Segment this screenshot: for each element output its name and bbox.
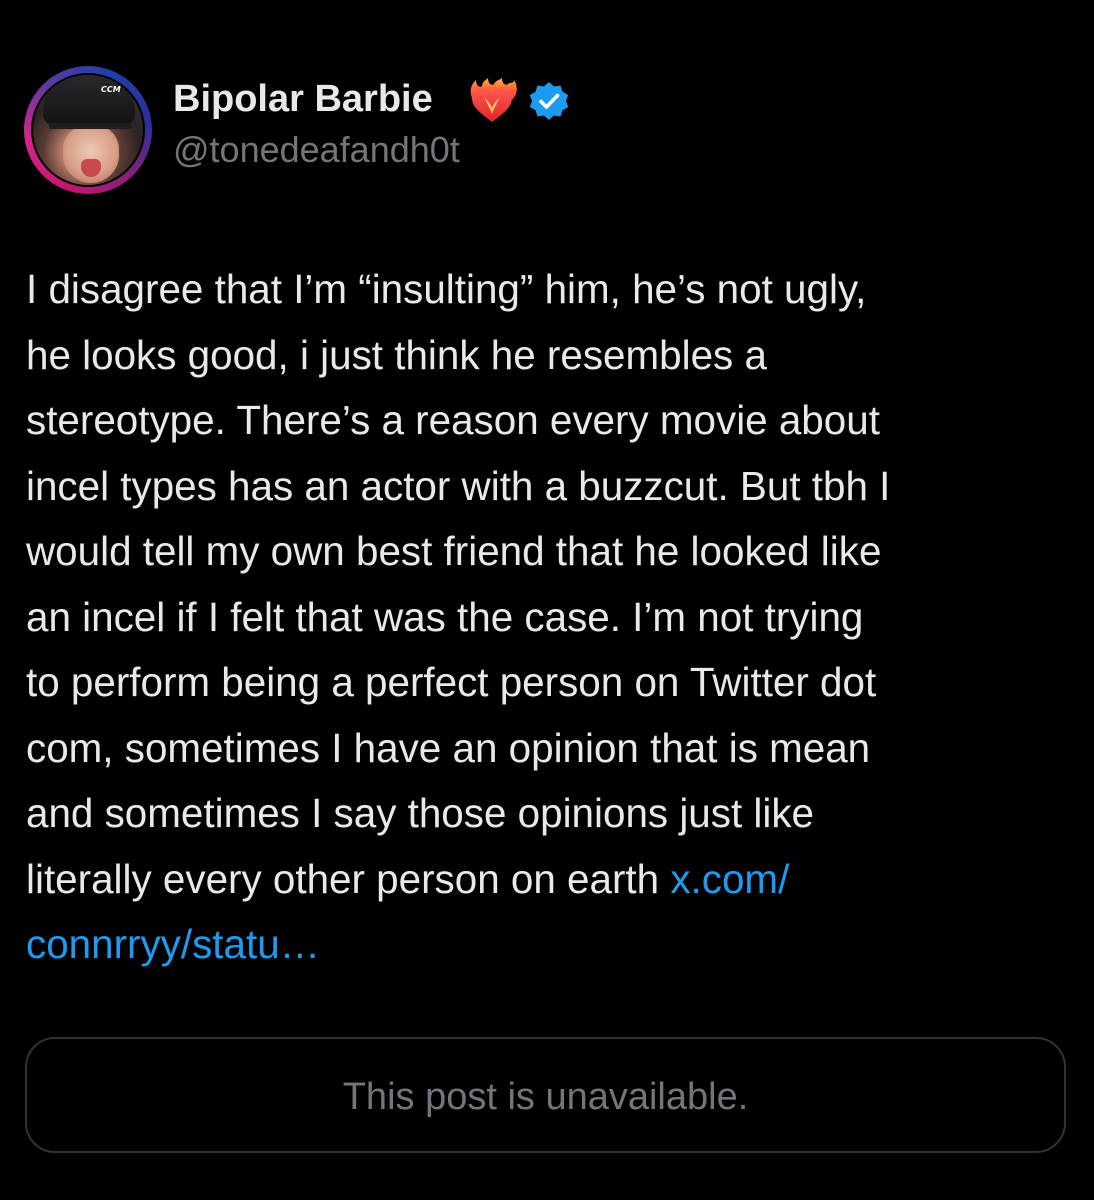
tweet-text-segment: literally every other person on earth xyxy=(26,855,671,902)
tweet-text-line: literally every other person on earth x.… xyxy=(26,847,1076,913)
tweet[interactable]: CCM Bipolar Barbie @tonedeafandh0t I dis… xyxy=(0,0,1094,1200)
avatar-helmet: CCM xyxy=(43,75,135,127)
quoted-post-card[interactable]: This post is unavailable. xyxy=(25,1037,1066,1153)
tweet-text-line: and sometimes I say those opinions just … xyxy=(26,790,815,836)
tweet-text-line: incel types has an actor with a buzzcut.… xyxy=(26,462,891,509)
tweet-link[interactable]: connrryy/statu… xyxy=(26,921,320,967)
avatar-photo: CCM xyxy=(33,75,143,185)
author-display-name[interactable]: Bipolar Barbie xyxy=(173,77,433,121)
avatar-helmet-logo: CCM xyxy=(101,85,121,94)
avatar-frame: CCM xyxy=(31,73,145,187)
tweet-text-line: an incel if I felt that was the case. I’… xyxy=(26,593,864,640)
tweet-text-line: com, sometimes I have an opinion that is… xyxy=(26,724,871,771)
tweet-text-line: connrryy/statu… xyxy=(26,912,1076,978)
tweet-link[interactable]: x.com/ xyxy=(670,856,789,902)
tweet-text-line: to perform being a perfect person on Twi… xyxy=(26,659,877,705)
tweet-text-line: I disagree that I’m “insulting” him, he’… xyxy=(26,266,867,312)
tweet-text: I disagree that I’m “insulting” him, he’… xyxy=(26,257,1076,978)
tweet-text-line: stereotype. There’s a reason every movie… xyxy=(26,397,880,443)
heart-on-fire-icon xyxy=(470,78,517,122)
avatar[interactable]: CCM xyxy=(24,66,152,194)
tweet-text-line: would tell my own best friend that he lo… xyxy=(26,528,882,574)
verified-badge-icon[interactable] xyxy=(529,81,569,121)
avatar-helmet-visor xyxy=(49,123,131,129)
author-handle[interactable]: @tonedeafandh0t xyxy=(173,128,460,172)
quoted-post-unavailable-message: This post is unavailable. xyxy=(342,1076,749,1118)
tweet-text-line: he looks good, i just think he resembles… xyxy=(26,331,767,378)
